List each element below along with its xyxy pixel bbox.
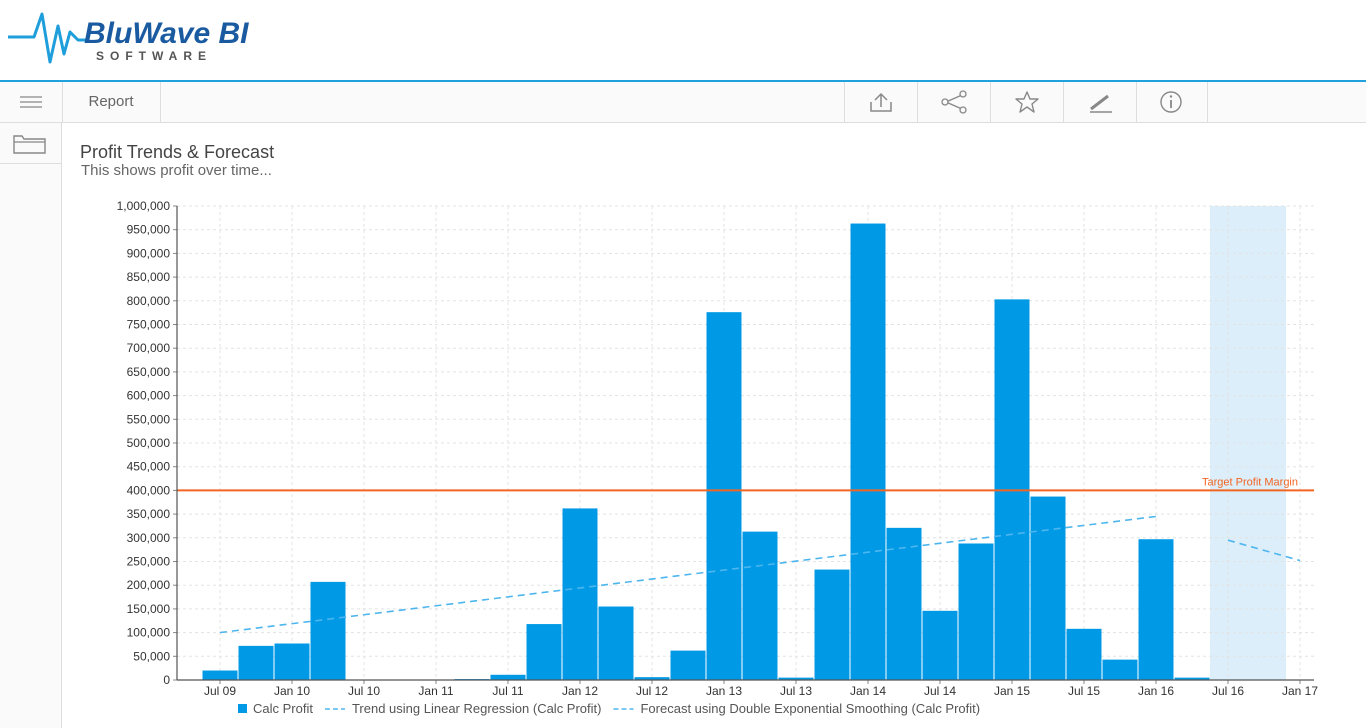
profit-bar[interactable]: [274, 643, 310, 680]
favorite-button[interactable]: [990, 82, 1063, 122]
share-button[interactable]: [917, 82, 990, 122]
x-tick-label: Jan 10: [274, 684, 310, 698]
profit-bar[interactable]: [922, 610, 958, 680]
x-tick-label: Jul 09: [204, 684, 236, 698]
profit-bar[interactable]: [742, 531, 778, 680]
x-tick-label: Jul 15: [1068, 684, 1100, 698]
legend-label: Trend using Linear Regression (Calc Prof…: [352, 701, 602, 716]
app-header: BluWave BI SOFTWARE: [0, 0, 1366, 82]
profit-bar[interactable]: [886, 527, 922, 680]
info-icon: [1160, 91, 1182, 113]
y-tick-label: 350,000: [127, 507, 171, 521]
legend-item[interactable]: Calc Profit: [238, 701, 313, 716]
legend-item[interactable]: Trend using Linear Regression (Calc Prof…: [324, 701, 602, 716]
profit-bar[interactable]: [310, 581, 346, 680]
profit-bar[interactable]: [598, 606, 634, 680]
export-icon: [870, 92, 892, 112]
profit-bar[interactable]: [1066, 628, 1102, 680]
y-tick-label: 250,000: [127, 555, 171, 569]
y-tick-label: 50,000: [133, 649, 170, 663]
y-tick-label: 850,000: [127, 270, 171, 284]
pulse-wave-icon: [8, 12, 88, 64]
profit-chart: Target Profit Margin 0 50,000 100,000 150,0…: [117, 199, 1319, 716]
y-tick-label: 650,000: [127, 365, 171, 379]
x-tick-label: Jul 10: [348, 684, 380, 698]
profit-bar[interactable]: [850, 223, 886, 680]
y-tick-label: 300,000: [127, 531, 171, 545]
profit-bar[interactable]: [202, 670, 238, 680]
y-tick-label: 550,000: [127, 412, 171, 426]
menu-icon: [20, 96, 42, 108]
y-tick-label: 750,000: [127, 318, 171, 332]
annotate-pencil-icon: [1090, 94, 1112, 113]
profit-bar[interactable]: [526, 624, 562, 680]
profit-bar[interactable]: [1030, 496, 1066, 680]
y-tick-label: 150,000: [127, 602, 171, 616]
y-tick-label: 950,000: [127, 223, 171, 237]
y-tick-label: 0: [163, 673, 170, 687]
favorite-star-icon: [1015, 91, 1039, 113]
brand-name: BluWave BI: [84, 17, 249, 50]
x-tick-label: Jan 17: [1282, 684, 1318, 698]
info-button[interactable]: [1136, 82, 1208, 122]
y-tick-label: 900,000: [127, 246, 171, 260]
sidebar: [0, 123, 62, 728]
y-tick-label: 1,000,000: [117, 199, 171, 213]
profit-bar[interactable]: [670, 650, 706, 680]
y-tick-label: 400,000: [127, 483, 171, 497]
y-tick-label: 200,000: [127, 578, 171, 592]
target-line-group: Target Profit Margin: [177, 476, 1314, 492]
x-tick-label: Jan 14: [850, 684, 886, 698]
x-tick-label: Jan 15: [994, 684, 1030, 698]
folder-icon: [13, 135, 46, 154]
x-tick-label: Jul 13: [780, 684, 812, 698]
annotate-button[interactable]: [1063, 82, 1136, 122]
y-tick-label: 100,000: [127, 626, 171, 640]
x-tick-label: Jul 11: [492, 684, 523, 698]
legend-item[interactable]: Forecast using Double Exponential Smooth…: [613, 701, 980, 716]
x-tick-label: Jan 12: [562, 684, 598, 698]
profit-bar[interactable]: [1102, 659, 1138, 680]
profit-bar[interactable]: [238, 645, 274, 680]
report-tab[interactable]: Report: [62, 82, 161, 122]
x-tick-label: Jan 16: [1138, 684, 1174, 698]
legend-swatch: [238, 704, 247, 713]
bar-series: [202, 223, 1210, 680]
export-button[interactable]: [844, 82, 917, 122]
legend-label: Forecast using Double Exponential Smooth…: [640, 701, 980, 716]
profit-bar[interactable]: [1138, 539, 1174, 680]
brand-logo[interactable]: BluWave BI SOFTWARE: [4, 2, 304, 80]
chart-title: Profit Trends & Forecast: [80, 142, 275, 162]
y-tick-label: 600,000: [127, 389, 171, 403]
y-tick-label: 700,000: [127, 341, 171, 355]
y-tick-label: 450,000: [127, 460, 171, 474]
legend-label: Calc Profit: [253, 701, 313, 716]
profit-bar[interactable]: [562, 508, 598, 680]
y-tick-label: 500,000: [127, 436, 171, 450]
toolbar: Report: [0, 82, 1366, 123]
profit-bar[interactable]: [814, 569, 850, 680]
x-tick-label: Jul 16: [1212, 684, 1244, 698]
x-tick-label: Jul 14: [924, 684, 956, 698]
chart-legend: Calc Profit Trend using Linear Regression…: [238, 701, 980, 716]
profit-bar[interactable]: [958, 543, 994, 680]
share-icon: [941, 90, 967, 114]
x-tick-label: Jul 12: [636, 684, 668, 698]
chart-subtitle: This shows profit over time...: [81, 162, 272, 179]
profit-bar[interactable]: [706, 312, 742, 680]
menu-button[interactable]: [0, 82, 63, 122]
profit-bar[interactable]: [490, 674, 526, 680]
x-tick-label: Jan 13: [706, 684, 742, 698]
y-tick-label: 800,000: [127, 294, 171, 308]
target-profit-label: Target Profit Margin: [1202, 476, 1298, 488]
brand-tagline: SOFTWARE: [96, 49, 212, 63]
folder-button[interactable]: [0, 123, 61, 164]
x-tick-label: Jan 11: [418, 684, 453, 698]
